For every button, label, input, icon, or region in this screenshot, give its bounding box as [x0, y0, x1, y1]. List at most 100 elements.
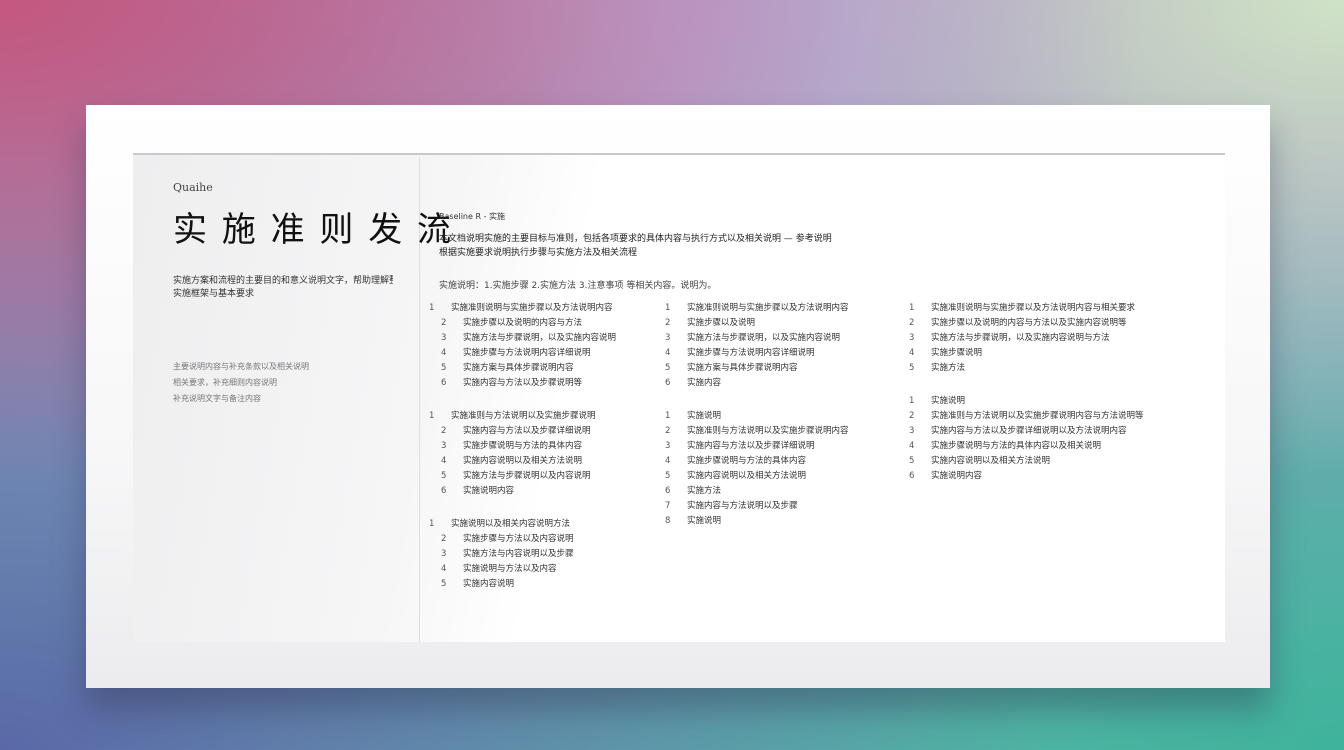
list-item-text: 实施准则与方法说明以及实施步骤说明 [451, 411, 596, 421]
list-item-text: 实施步骤说明与方法的具体内容 [687, 456, 807, 466]
list-item: 5 实施方法 [909, 361, 1214, 376]
list-item: 2 实施内容与方法以及步骤详细说明 [429, 424, 654, 439]
list-item-text: 实施内容与方法以及步骤详细说明 [687, 441, 815, 451]
list-block: 1 实施准则说明与实施步骤以及方法说明内容 2 实施步骤以及说明 3 实施方法与步骤说明，… [665, 301, 895, 391]
list-item-text: 实施说明 [931, 396, 966, 406]
list-item-text: 实施方法与步骤说明，以及实施内容说明与方法 [931, 333, 1110, 343]
list-item-text: 实施方案与具体步骤说明内容 [687, 363, 798, 373]
list-item: 1 实施说明以及相关内容说明方法 [429, 517, 654, 532]
list-item: 3 实施步骤说明与方法的具体内容 [429, 439, 654, 454]
list-block: 1 实施准则说明与实施步骤以及方法说明内容 2 实施步骤以及说明的内容与方法 3 实施方法… [429, 301, 654, 391]
list-item-number: 8 [665, 516, 671, 526]
list-item: 3 实施方法与内容说明以及步骤 [429, 547, 654, 562]
list-item-number: 3 [441, 549, 447, 559]
list-item-number: 2 [909, 411, 915, 421]
list-item: 1 实施说明 [665, 409, 895, 424]
list-item-text: 实施内容与方法以及步骤说明等 [463, 378, 583, 388]
list-item-text: 实施方法与内容说明以及步骤 [463, 549, 574, 559]
list-block: 1 实施说明 2 实施准则与方法说明以及实施步骤说明内容 3 实施内容与方法以及步骤详细说… [665, 409, 895, 529]
intro-line: 本文档说明实施的主要目标与准则，包括各项要求的具体内容与执行方式以及相关说明 —… [439, 234, 832, 244]
list-item-number: 5 [909, 363, 915, 373]
list-item-text: 实施内容说明以及相关方法说明 [463, 456, 583, 466]
list-item-number: 2 [441, 318, 447, 328]
list-item: 6 实施内容与方法以及步骤说明等 [429, 376, 654, 391]
list-item-text: 实施步骤以及说明的内容与方法以及实施内容说明等 [931, 318, 1127, 328]
list-item-number: 2 [665, 426, 671, 436]
list-item-text: 实施准则说明与实施步骤以及方法说明内容 [687, 303, 849, 313]
list-item: 6 实施说明内容 [429, 484, 654, 499]
note-line: 主要说明内容与补充条款以及相关说明 [173, 362, 309, 371]
list-item-number: 1 [909, 303, 915, 313]
list-item-text: 实施内容 [687, 378, 722, 388]
list-item-number: 6 [909, 471, 915, 481]
list-item-number: 3 [909, 426, 915, 436]
list-item-text: 实施步骤与方法说明内容详细说明 [463, 348, 591, 358]
list-item: 7 实施内容与方法说明以及步骤 [665, 499, 895, 514]
section-subhead: 实施说明：1.实施步骤 2.实施方法 3.注意事项 等相关内容。说明为。 [439, 281, 717, 291]
intro-paragraph: 本文档说明实施的主要目标与准则，包括各项要求的具体内容与执行方式以及相关说明 —… [439, 232, 1219, 260]
list-item-number: 1 [429, 519, 435, 529]
list-item-text: 实施内容与方法以及步骤详细说明 [463, 426, 591, 436]
list-item-number: 5 [665, 363, 671, 373]
list-item-text: 实施说明 [687, 516, 722, 526]
list-item-number: 1 [909, 396, 915, 406]
left-panel: Quaihe 实 施 准 则 发 流 实施方案和流程的主要目的和意义说明文字，帮… [173, 181, 454, 407]
side-notes: 主要说明内容与补充条款以及相关说明 相关要求，补充细则内容说明 补充说明文字与备… [173, 359, 413, 407]
list-item: 2 实施步骤以及说明 [665, 316, 895, 331]
list-item-number: 4 [441, 564, 447, 574]
list-item: 3 实施方法与步骤说明，以及实施内容说明 [665, 331, 895, 346]
meta-line: Baseline R - 实施 [439, 212, 505, 221]
list-item-text: 实施步骤与方法以及内容说明 [463, 534, 574, 544]
list-item-number: 3 [909, 333, 915, 343]
note-line: 补充说明文字与备注内容 [173, 394, 261, 403]
list-item-number: 5 [441, 579, 447, 589]
list-item-number: 6 [665, 486, 671, 496]
list-item: 6 实施内容 [665, 376, 895, 391]
list-item-text: 实施方法与步骤说明，以及实施内容说明 [687, 333, 841, 343]
list-item: 6 实施方法 [665, 484, 895, 499]
list-item-number: 4 [441, 348, 447, 358]
list-item-text: 实施准则与方法说明以及实施步骤说明内容与方法说明等 [931, 411, 1144, 421]
list-item-text: 实施说明内容 [931, 471, 983, 481]
content-column-2: 1 实施准则说明与实施步骤以及方法说明内容 2 实施步骤以及说明 3 实施方法与步骤说明，… [665, 301, 895, 547]
list-item-number: 3 [441, 333, 447, 343]
list-item: 5 实施方案与具体步骤说明内容 [665, 361, 895, 376]
title-description: 实施方案和流程的主要目的和意义说明文字，帮助理解整体 实施框架与基本要求 [173, 275, 393, 301]
description-line: 实施框架与基本要求 [173, 289, 255, 299]
list-item: 8 实施说明 [665, 514, 895, 529]
list-item: 1 实施准则说明与实施步骤以及方法说明内容与相关要求 [909, 301, 1214, 316]
list-item: 2 实施步骤以及说明的内容与方法以及实施内容说明等 [909, 316, 1214, 331]
list-item: 5 实施方法与步骤说明以及内容说明 [429, 469, 654, 484]
list-item: 4 实施说明与方法以及内容 [429, 562, 654, 577]
list-item: 5 实施内容说明以及相关方法说明 [665, 469, 895, 484]
list-item: 2 实施步骤以及说明的内容与方法 [429, 316, 654, 331]
list-item-text: 实施步骤说明与方法的具体内容以及相关说明 [931, 441, 1102, 451]
list-item: 4 实施步骤与方法说明内容详细说明 [429, 346, 654, 361]
list-item-text: 实施内容说明以及相关方法说明 [687, 471, 807, 481]
list-item-number: 2 [665, 318, 671, 328]
list-item-number: 5 [441, 363, 447, 373]
list-item-text: 实施内容与方法说明以及步骤 [687, 501, 798, 511]
list-item-number: 6 [441, 378, 447, 388]
list-item-number: 4 [909, 348, 915, 358]
list-item-text: 实施步骤说明与方法的具体内容 [463, 441, 583, 451]
list-item: 2 实施准则与方法说明以及实施步骤说明内容与方法说明等 [909, 409, 1214, 424]
list-item-text: 实施步骤以及说明 [687, 318, 756, 328]
list-item: 4 实施步骤说明与方法的具体内容 [665, 454, 895, 469]
list-item-number: 2 [441, 534, 447, 544]
list-item-number: 3 [441, 441, 447, 451]
list-item-text: 实施说明以及相关内容说明方法 [451, 519, 571, 529]
list-item-number: 6 [441, 486, 447, 496]
list-item-number: 1 [665, 303, 671, 313]
document-title: 实 施 准 则 发 流 [173, 210, 454, 250]
list-item: 4 实施步骤说明 [909, 346, 1214, 361]
list-item: 2 实施步骤与方法以及内容说明 [429, 532, 654, 547]
list-item: 6 实施说明内容 [909, 469, 1214, 484]
list-item: 5 实施内容说明 [429, 577, 654, 592]
list-item-text: 实施方法 [687, 486, 722, 496]
list-item-text: 实施说明与方法以及内容 [463, 564, 557, 574]
list-item-text: 实施准则说明与实施步骤以及方法说明内容 [451, 303, 613, 313]
list-item-text: 实施方法 [931, 363, 966, 373]
list-item-number: 6 [665, 378, 671, 388]
list-item-text: 实施步骤与方法说明内容详细说明 [687, 348, 815, 358]
